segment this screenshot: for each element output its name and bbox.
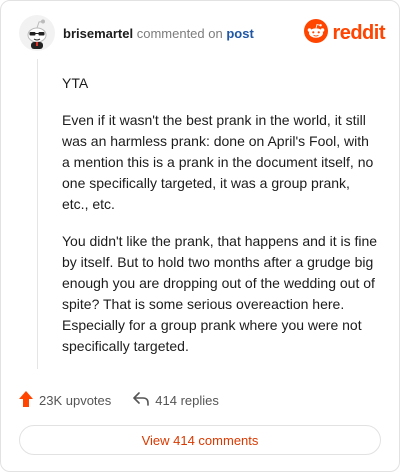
upvote-arrow-icon bbox=[19, 390, 33, 410]
comment-card: brisemartel commented on post reddit YTA… bbox=[0, 0, 400, 472]
comment-body: YTA Even if it wasn't the best prank in … bbox=[62, 73, 380, 373]
comment-meta: brisemartel commented on post bbox=[63, 26, 254, 42]
username[interactable]: brisemartel bbox=[63, 26, 133, 41]
comment-header: brisemartel commented on post reddit bbox=[19, 15, 385, 55]
replies-button[interactable]: 414 replies bbox=[133, 391, 219, 409]
upvote-button[interactable]: 23K upvotes bbox=[19, 390, 112, 410]
reddit-logo-icon bbox=[304, 18, 329, 48]
reply-arrow-icon bbox=[133, 391, 150, 409]
post-link[interactable]: post bbox=[226, 26, 253, 41]
comment-paragraph: You didn't like the prank, that happens … bbox=[62, 233, 378, 354]
comment-paragraph: YTA bbox=[62, 75, 89, 91]
upvote-count: 23K upvotes bbox=[39, 392, 112, 408]
snoo-avatar-icon[interactable] bbox=[19, 15, 55, 51]
commented-on-text: commented on bbox=[136, 26, 223, 41]
thread-line bbox=[37, 59, 38, 369]
reddit-logo[interactable]: reddit bbox=[304, 18, 385, 48]
comment-paragraph: Even if it wasn't the best prank in the … bbox=[62, 112, 374, 212]
comment-actions: 23K upvotes 414 replies bbox=[19, 389, 219, 411]
reddit-wordmark: reddit bbox=[332, 21, 385, 44]
replies-count: 414 replies bbox=[155, 392, 219, 408]
view-comments-button[interactable]: View 414 comments bbox=[19, 425, 381, 455]
